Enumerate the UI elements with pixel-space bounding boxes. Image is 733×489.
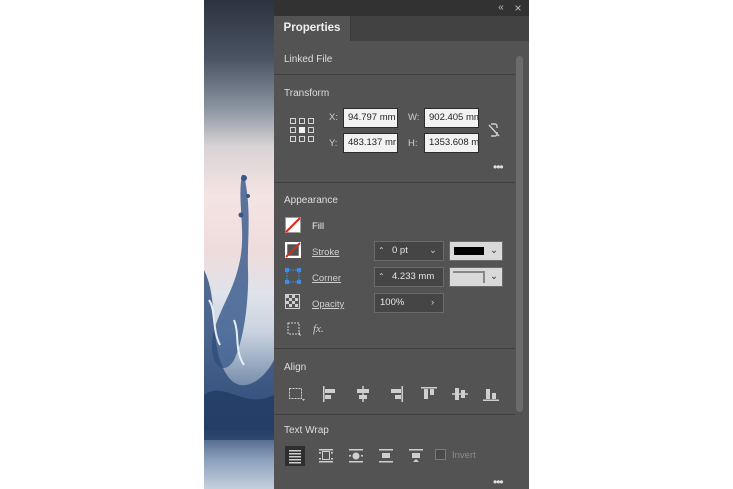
more-options-icon[interactable]: ••• bbox=[493, 475, 504, 489]
opacity-field[interactable]: 100% › bbox=[374, 293, 444, 313]
align-bottom-edges-icon[interactable] bbox=[482, 385, 500, 403]
x-position-field[interactable]: 94.797 mm bbox=[343, 108, 398, 128]
w-label: W: bbox=[408, 112, 420, 123]
stroke-label[interactable]: Stroke bbox=[312, 247, 339, 258]
chevron-right-icon[interactable]: › bbox=[431, 294, 434, 312]
stroke-weight-value: 0 pt bbox=[392, 245, 408, 256]
appearance-title[interactable]: Appearance bbox=[284, 195, 338, 206]
corner-size-value: 4.233 mm bbox=[392, 271, 435, 282]
y-position-field[interactable]: 483.137 mr bbox=[343, 133, 398, 153]
corner-size-field[interactable]: ⌃ 4.233 mm bbox=[374, 267, 444, 287]
align-top-edges-icon[interactable] bbox=[420, 385, 438, 403]
panel-tab-bar: Properties bbox=[274, 16, 529, 41]
fill-label: Fill bbox=[312, 221, 325, 232]
jump-to-next-column-icon[interactable] bbox=[406, 446, 426, 466]
chevron-down-icon[interactable]: ⌄ bbox=[490, 268, 498, 286]
double-chevron-icon[interactable]: « bbox=[495, 2, 507, 14]
transform-title[interactable]: Transform bbox=[284, 88, 329, 99]
wrap-around-bounding-box-icon[interactable] bbox=[316, 446, 336, 466]
tab-properties[interactable]: Properties bbox=[274, 16, 351, 41]
opacity-label[interactable]: Opacity bbox=[312, 299, 344, 310]
y-label: Y: bbox=[329, 138, 338, 149]
invert-checkbox[interactable] bbox=[435, 449, 446, 460]
stepper-icon[interactable]: ⌃ bbox=[378, 242, 385, 260]
section-divider bbox=[274, 74, 515, 75]
corner-shape-preview bbox=[453, 271, 485, 283]
selection-tool-icon[interactable] bbox=[287, 322, 302, 337]
section-divider bbox=[274, 414, 515, 415]
align-right-edges-icon[interactable] bbox=[387, 385, 405, 403]
width-field[interactable]: 902.405 mm bbox=[424, 108, 479, 128]
properties-panel: « × Properties Linked File Transform X: … bbox=[274, 0, 529, 489]
x-label: X: bbox=[329, 112, 338, 123]
corner-options-icon[interactable] bbox=[285, 268, 301, 284]
text-wrap-title[interactable]: Text Wrap bbox=[284, 425, 329, 436]
invert-label: Invert bbox=[452, 450, 476, 461]
stroke-color-picker[interactable]: ⌄ bbox=[449, 241, 503, 261]
scrollbar-thumb[interactable] bbox=[516, 56, 523, 412]
opacity-checkerboard-icon[interactable] bbox=[285, 294, 300, 309]
water-splash-image bbox=[204, 175, 274, 440]
stroke-none-icon[interactable] bbox=[285, 242, 301, 258]
wrap-around-object-shape-icon[interactable] bbox=[346, 446, 366, 466]
stroke-color-swatch bbox=[454, 247, 484, 255]
more-options-icon[interactable]: ••• bbox=[493, 160, 504, 174]
stroke-weight-field[interactable]: ⌃ 0 pt ⌄ bbox=[374, 241, 444, 261]
section-divider bbox=[274, 182, 515, 183]
document-canvas[interactable] bbox=[204, 0, 274, 489]
reference-point-icon[interactable] bbox=[289, 117, 315, 143]
chevron-down-icon[interactable]: ⌄ bbox=[490, 242, 498, 260]
fill-none-icon[interactable] bbox=[285, 217, 301, 233]
corner-shape-picker[interactable]: ⌄ bbox=[449, 267, 503, 287]
unlinked-constrain-icon[interactable] bbox=[487, 122, 501, 138]
align-to-selection-icon[interactable] bbox=[288, 385, 306, 403]
no-text-wrap-icon[interactable] bbox=[285, 446, 305, 466]
opacity-value: 100% bbox=[380, 297, 405, 308]
jump-object-icon[interactable] bbox=[376, 446, 396, 466]
chevron-down-icon[interactable]: ⌄ bbox=[429, 242, 437, 260]
section-divider bbox=[274, 348, 515, 349]
align-vertical-centers-icon[interactable] bbox=[451, 385, 469, 403]
close-icon[interactable]: × bbox=[512, 2, 524, 14]
align-left-edges-icon[interactable] bbox=[321, 385, 339, 403]
height-field[interactable]: 1353.608 m bbox=[424, 133, 479, 153]
h-label: H: bbox=[408, 138, 418, 149]
stepper-icon[interactable]: ⌃ bbox=[378, 268, 385, 286]
corner-label[interactable]: Corner bbox=[312, 273, 341, 284]
panel-title-bar: « × bbox=[274, 0, 529, 16]
align-title[interactable]: Align bbox=[284, 362, 306, 373]
fx-effects-icon[interactable]: fx. bbox=[313, 323, 324, 335]
align-horizontal-centers-icon[interactable] bbox=[354, 385, 372, 403]
linked-file-title[interactable]: Linked File bbox=[284, 54, 332, 65]
